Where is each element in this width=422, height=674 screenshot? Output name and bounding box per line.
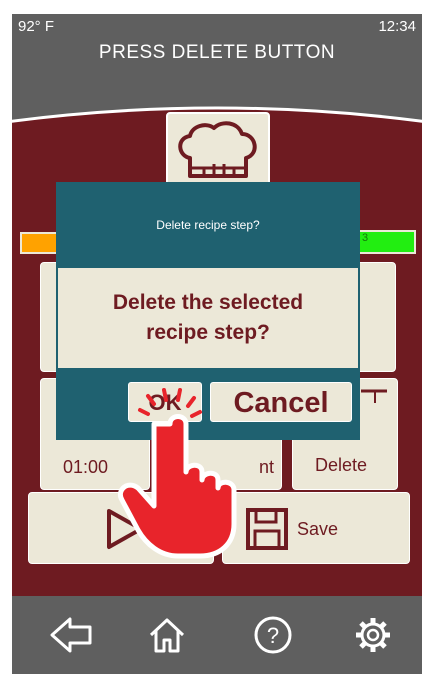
help-button[interactable]: ? — [248, 612, 298, 658]
back-button[interactable] — [46, 612, 96, 658]
settings-button[interactable] — [348, 612, 398, 658]
help-icon: ? — [254, 616, 292, 654]
save-label: Save — [297, 519, 339, 539]
middle-tile-label: nt — [259, 457, 275, 477]
settings-icon — [356, 618, 390, 652]
save-button[interactable]: Save — [222, 492, 410, 564]
page-title: PRESS DELETE BUTTON — [98, 42, 336, 63]
dialog-title: Delete recipe step? — [58, 184, 358, 268]
device-screen: 92° F 12:34 PRESS DELETE BUTTON 3 0 01:0… — [12, 14, 422, 674]
dialog-message-line1: Delete the selected — [112, 291, 304, 314]
tap-hand-icon — [118, 388, 237, 559]
trash-icon — [361, 389, 387, 403]
dialog-message: Delete the selected recipe step? — [58, 288, 358, 348]
delete-label: Delete — [315, 455, 368, 475]
footer-nav: ? — [12, 596, 422, 674]
floppy-disk-icon — [246, 508, 288, 550]
timer-value: 01:00 — [63, 457, 109, 477]
temperature-readout: 92° F — [18, 18, 55, 35]
clock: 12:34 — [378, 18, 416, 35]
back-icon — [50, 617, 92, 653]
green-bar-label: 3 — [362, 232, 369, 244]
dialog-message-line2: recipe step? — [146, 321, 270, 344]
home-button[interactable] — [142, 612, 192, 658]
green-step-bar[interactable]: 3 — [358, 230, 416, 254]
orange-step-bar[interactable] — [20, 232, 60, 254]
home-icon — [149, 618, 185, 653]
help-symbol: ? — [267, 623, 279, 648]
